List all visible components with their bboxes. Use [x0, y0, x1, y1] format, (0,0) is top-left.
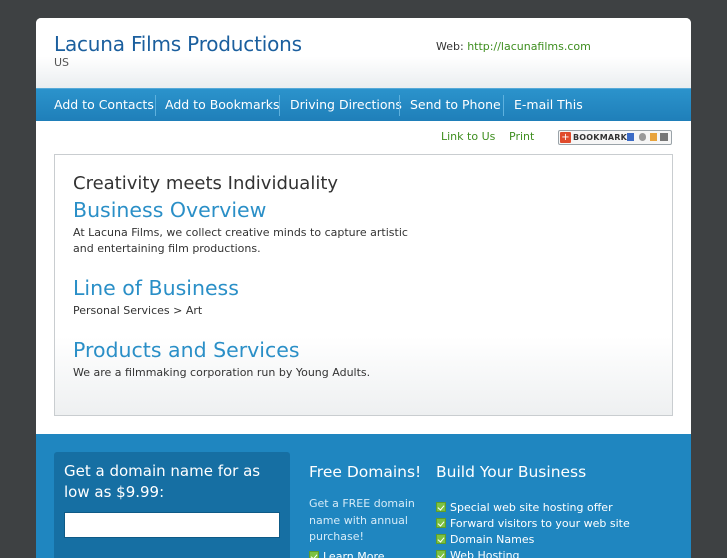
build-link-label: Web Hosting	[450, 549, 520, 558]
web-info: Web: http://lacunafilms.com	[436, 40, 591, 53]
check-icon	[436, 502, 446, 512]
business-details-panel: Creativity meets Individuality Business …	[54, 154, 673, 416]
nav-divider	[279, 95, 280, 116]
build-business-heading: Build Your Business	[436, 463, 587, 481]
build-link-domain-names[interactable]: Domain Names	[436, 532, 534, 548]
domain-offer-heading: Get a domain name for as low as $9.99:	[64, 462, 261, 501]
nav-divider	[503, 95, 504, 116]
nav-divider	[155, 95, 156, 116]
website-link[interactable]: http://lacunafilms.com	[467, 40, 591, 53]
learn-more-link[interactable]: Learn More	[309, 549, 385, 558]
products-services-text: We are a filmmaking corporation run by Y…	[73, 366, 371, 379]
build-link-label: Forward visitors to your web site	[450, 517, 630, 530]
tagline: Creativity meets Individuality	[73, 173, 339, 194]
bookmark-label: BOOKMARK	[573, 133, 628, 142]
build-link-hosting-offer[interactable]: Special web site hosting offer	[436, 500, 613, 516]
promo-footer: Get a domain name for as low as $9.99: F…	[36, 434, 691, 558]
share-service-icon	[627, 133, 634, 141]
business-card: Lacuna Films Productions US Web: http://…	[36, 18, 691, 558]
nav-add-to-bookmarks[interactable]: Add to Bookmarks	[165, 89, 280, 121]
products-services-heading: Products and Services	[73, 338, 300, 362]
domain-search-panel: Get a domain name for as low as $9.99:	[54, 452, 290, 558]
nav-divider	[399, 95, 400, 116]
share-service-icon	[650, 133, 657, 141]
web-label: Web:	[436, 40, 464, 53]
build-link-label: Domain Names	[450, 533, 535, 546]
business-overview-heading: Business Overview	[73, 198, 267, 222]
check-icon	[436, 518, 446, 528]
bookmark-share-button[interactable]: + BOOKMARK	[558, 130, 672, 145]
share-service-icon	[639, 133, 646, 141]
domain-search-input[interactable]	[64, 512, 280, 538]
learn-more-label: Learn More	[323, 550, 385, 558]
page-header: Lacuna Films Productions US Web: http://…	[36, 18, 691, 88]
free-domains-text: Get a FREE domain name with annual purch…	[309, 497, 415, 543]
share-service-icon	[660, 133, 668, 141]
nav-driving-directions[interactable]: Driving Directions	[290, 89, 402, 121]
free-domains-heading: Free Domains!	[309, 463, 422, 481]
check-icon	[309, 551, 319, 558]
line-of-business-heading: Line of Business	[73, 276, 239, 300]
business-overview-text: At Lacuna Films, we collect creative min…	[73, 226, 408, 255]
print-link[interactable]: Print	[509, 130, 534, 143]
nav-email-this[interactable]: E-mail This	[514, 89, 583, 121]
line-of-business-text: Personal Services > Art	[73, 304, 203, 317]
check-icon	[436, 550, 446, 558]
action-nav-bar: Add to Contacts Add to Bookmarks Driving…	[36, 88, 691, 121]
build-link-web-hosting[interactable]: Web Hosting	[436, 548, 520, 558]
link-to-us-link[interactable]: Link to Us	[441, 130, 495, 143]
check-icon	[436, 534, 446, 544]
business-title: Lacuna Films Productions	[54, 32, 302, 56]
nav-add-to-contacts[interactable]: Add to Contacts	[54, 89, 154, 121]
build-link-forward-visitors[interactable]: Forward visitors to your web site	[436, 516, 630, 532]
business-country: US	[54, 56, 70, 69]
plus-icon: +	[560, 132, 571, 143]
nav-send-to-phone[interactable]: Send to Phone	[410, 89, 501, 121]
build-link-label: Special web site hosting offer	[450, 501, 613, 514]
